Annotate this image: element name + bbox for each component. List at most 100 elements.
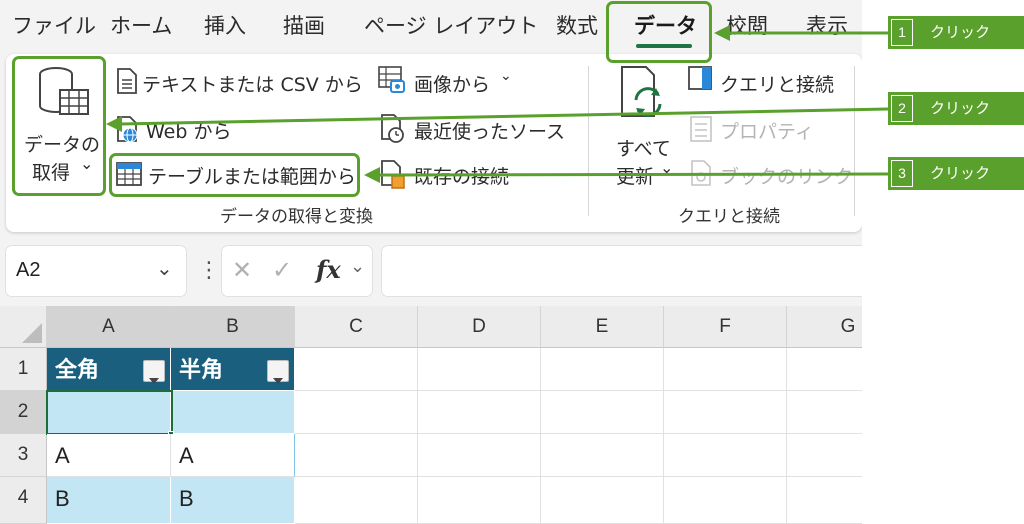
table-header-cell[interactable]: 全角 [47, 348, 171, 391]
ribbon: データの 取得 ⌄ テキストまたは CSV から Web から テーブルまたは範… [6, 54, 862, 232]
column-header-a[interactable]: A [47, 306, 171, 348]
table-cell[interactable]: B [47, 477, 171, 524]
column-header-f[interactable]: F [664, 306, 787, 348]
row-header-2[interactable]: 2 [0, 391, 47, 434]
formula-input[interactable] [382, 246, 862, 296]
insert-function-icon[interactable]: fx [316, 255, 341, 284]
cell[interactable] [787, 477, 862, 524]
image-table-icon [378, 66, 405, 93]
table-header-cell[interactable]: 半角 [171, 348, 295, 391]
properties-icon [690, 116, 712, 142]
cancel-icon[interactable]: ✕ [232, 256, 252, 284]
select-all-triangle-icon [22, 323, 42, 343]
column-header-e[interactable]: E [541, 306, 664, 348]
callout-step-3: 3 クリック [888, 157, 1024, 190]
refresh-all-button[interactable]: すべて 更新 ⌄ [602, 58, 682, 194]
cell[interactable] [418, 348, 541, 391]
cell[interactable] [418, 391, 541, 434]
cell[interactable] [418, 434, 541, 477]
recent-sources-button[interactable]: 最近使ったソース [414, 117, 565, 144]
excel-window: ファイル ホーム 挿入 描画 ページ レイアウト 数式 データ 校閲 表示 デー… [0, 0, 862, 524]
group-label-get-transform: データの取得と変換 [220, 207, 373, 227]
step-number: 1 [891, 19, 913, 46]
cell[interactable] [664, 434, 787, 477]
table-cell[interactable]: A [171, 434, 295, 477]
web-globe-icon [117, 116, 138, 143]
refresh-all-label-1: すべて [616, 138, 671, 160]
highlight-data-tab [606, 1, 712, 63]
name-box-value: A2 [16, 259, 41, 281]
tab-file[interactable]: ファイル [12, 10, 96, 40]
filter-dropdown-button[interactable] [143, 360, 165, 384]
table-header-label: 全角 [55, 357, 100, 382]
column-header-d[interactable]: D [418, 306, 541, 348]
filter-arrow-icon [273, 378, 283, 384]
select-all-corner[interactable] [0, 306, 47, 348]
chevron-down-icon: ⌄ [660, 158, 674, 177]
cell[interactable] [664, 477, 787, 524]
group-label-queries: クエリと接続 [678, 207, 780, 227]
tab-view[interactable]: 表示 [806, 10, 848, 40]
cell[interactable] [418, 477, 541, 524]
tab-insert[interactable]: 挿入 [204, 10, 246, 40]
callout-step-1: 1 クリック [888, 16, 1024, 49]
existing-connections-button[interactable]: 既存の接続 [414, 162, 509, 189]
cell[interactable] [787, 434, 862, 477]
cell[interactable] [664, 391, 787, 434]
chevron-down-icon: ⌄ [156, 256, 173, 280]
group-separator [854, 66, 855, 216]
from-image-button[interactable]: 画像から [414, 70, 490, 97]
chevron-down-icon: ⌄ [500, 68, 512, 84]
group-separator [588, 66, 589, 216]
filter-dropdown-button[interactable] [267, 360, 289, 384]
tab-review[interactable]: 校閲 [726, 10, 768, 40]
properties-button[interactable]: プロパティ [720, 117, 814, 144]
cell[interactable] [541, 477, 664, 524]
column-header-g[interactable]: G [787, 306, 862, 348]
column-header-c[interactable]: C [295, 306, 418, 348]
step-label: クリック [930, 165, 991, 182]
table-cell[interactable]: A [47, 434, 171, 477]
tab-formulas[interactable]: 数式 [556, 10, 598, 40]
step-number: 2 [891, 95, 913, 122]
cell[interactable] [295, 434, 418, 477]
cell[interactable] [541, 391, 664, 434]
edit-links-icon [691, 160, 711, 186]
tab-home[interactable]: ホーム [110, 10, 172, 40]
cell[interactable] [664, 348, 787, 391]
refresh-all-label-2: 更新 [616, 166, 655, 188]
more-dots-icon[interactable]: ⋮ [198, 258, 220, 283]
row-header-3[interactable]: 3 [0, 434, 47, 477]
highlight-from-table [109, 153, 360, 197]
enter-check-icon[interactable]: ✓ [272, 256, 292, 284]
cell[interactable] [787, 391, 862, 434]
row-header-1[interactable]: 1 [0, 348, 47, 391]
step-label: クリック [930, 24, 991, 41]
formula-buttons: ✕ ✓ fx ⌄ [222, 246, 372, 296]
name-box[interactable]: A2 ⌄ [6, 246, 186, 296]
cell[interactable] [295, 391, 418, 434]
from-text-csv-button[interactable]: テキストまたは CSV から [142, 70, 363, 97]
queries-connections-button[interactable]: クエリと接続 [720, 70, 834, 97]
cell[interactable] [295, 477, 418, 524]
chevron-down-icon: ⌄ [350, 256, 366, 277]
cell[interactable] [541, 434, 664, 477]
cell[interactable] [541, 348, 664, 391]
step-number: 3 [891, 160, 913, 187]
recent-sources-icon [381, 114, 404, 143]
from-web-button[interactable]: Web から [146, 117, 231, 144]
table-cell[interactable]: B [171, 477, 295, 524]
tab-draw[interactable]: 描画 [283, 10, 325, 40]
edit-links-button[interactable]: ブックのリンク [720, 162, 853, 189]
queries-pane-icon [688, 66, 712, 90]
cell[interactable] [295, 348, 418, 391]
table-cell[interactable] [171, 391, 295, 434]
table-header-label: 半角 [179, 357, 224, 382]
column-header-b[interactable]: B [171, 306, 295, 348]
cell[interactable] [787, 348, 862, 391]
highlight-get-data [12, 56, 106, 196]
tab-page-layout[interactable]: ページ レイアウト [364, 10, 538, 40]
row-header-4[interactable]: 4 [0, 477, 47, 524]
callout-step-2: 2 クリック [888, 92, 1024, 125]
text-file-icon [117, 68, 137, 94]
